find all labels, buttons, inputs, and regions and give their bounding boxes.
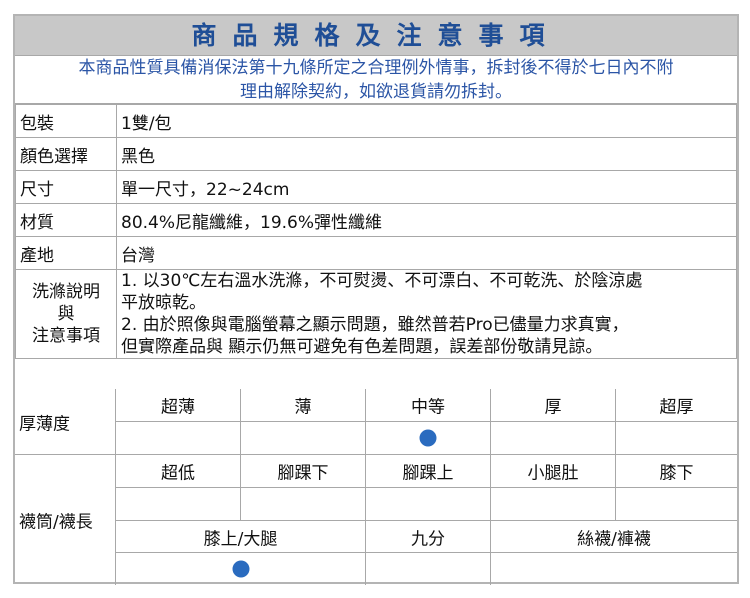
length-option: 膝下 <box>616 455 737 488</box>
length-mark-cell <box>116 553 366 585</box>
length-mark-cell <box>241 488 366 521</box>
thickness-option: 中等 <box>366 389 491 422</box>
selected-dot-icon <box>232 560 249 578</box>
length-mark-cell <box>616 488 737 521</box>
length-mark-cell <box>366 488 491 521</box>
thickness-mark-cell <box>241 422 366 455</box>
length-mark-cell <box>491 553 737 585</box>
care-line-1: 1. 以30℃左右溫水洗滌，不可熨燙、不可漂白、不可乾洗、於陰涼處 <box>121 271 643 291</box>
care-line-4: 但實際產品與 顯示仍無可避免有色差問題，誤差部份敬請見諒。 <box>121 337 603 357</box>
care-key-line-1: 洗滌說明 <box>32 282 100 302</box>
length-option: 腳踝上 <box>366 455 491 488</box>
spec-row-packaging: 包裝 1雙/包 <box>15 104 737 138</box>
length-option: 小腿肚 <box>491 455 616 488</box>
care-key: 洗滌說明 與 注意事項 <box>15 269 117 359</box>
length-option: 膝上/大腿 <box>116 521 366 553</box>
length-option: 腳踝下 <box>241 455 366 488</box>
thickness-mark-cell <box>491 422 616 455</box>
spec-value: 1雙/包 <box>116 104 737 138</box>
rating-grid: 厚薄度 超薄 薄 中等 厚 超厚 襪筒/襪長 超低 腳踝下 腳踝上 小腿肚 膝下… <box>15 389 737 585</box>
selected-dot-icon <box>419 429 437 447</box>
spec-row-care: 洗滌說明 與 注意事項 1. 以30℃左右溫水洗滌，不可熨燙、不可漂白、不可乾洗… <box>15 269 737 359</box>
spec-key: 產地 <box>15 236 117 270</box>
care-line-3: 2. 由於照像與電腦螢幕之顯示問題，雖然普若Pro已儘量力求真實， <box>121 315 629 335</box>
spec-row-size: 尺寸 單一尺寸，22~24cm <box>15 170 737 204</box>
thickness-mark-cell <box>116 422 241 455</box>
length-mark-cell <box>116 488 241 521</box>
thickness-label: 厚薄度 <box>15 389 116 455</box>
length-label: 襪筒/襪長 <box>15 455 116 585</box>
care-key-line-2: 與 <box>57 304 75 324</box>
spec-sheet: 商品規格及注意事項 本商品性質具備消保法第十九條所定之合理例外情事，拆封後不得於… <box>13 14 739 585</box>
length-mark-cell <box>366 553 491 585</box>
spec-value: 單一尺寸，22~24cm <box>116 170 737 204</box>
spec-key: 顏色選擇 <box>15 137 117 171</box>
thickness-mark-cell <box>616 422 737 455</box>
spec-key: 材質 <box>15 203 117 237</box>
spec-row-color: 顏色選擇 黑色 <box>15 137 737 171</box>
thickness-option: 厚 <box>491 389 616 422</box>
length-option: 超低 <box>116 455 241 488</box>
return-notice: 本商品性質具備消保法第十九條所定之合理例外情事，拆封後不得於七日內不附 理由解除… <box>15 56 737 104</box>
spec-row-material: 材質 80.4%尼龍纖維，19.6%彈性纖維 <box>15 203 737 237</box>
notice-line-1: 本商品性質具備消保法第十九條所定之合理例外情事，拆封後不得於七日內不附 <box>78 58 674 78</box>
spec-table: 包裝 1雙/包 顏色選擇 黑色 尺寸 單一尺寸，22~24cm 材質 80.4%… <box>15 104 737 359</box>
care-value: 1. 以30℃左右溫水洗滌，不可熨燙、不可漂白、不可乾洗、於陰涼處 平放晾乾。 … <box>116 269 737 359</box>
spec-value: 台灣 <box>116 236 737 270</box>
spec-key: 尺寸 <box>15 170 117 204</box>
spec-value: 黑色 <box>116 137 737 171</box>
notice-line-2: 理由解除契約，如欲退貨請勿拆封。 <box>240 82 512 102</box>
length-option: 絲襪/褲襪 <box>491 521 737 553</box>
length-option: 九分 <box>366 521 491 553</box>
care-line-2: 平放晾乾。 <box>121 293 206 313</box>
spec-value: 80.4%尼龍纖維，19.6%彈性纖維 <box>116 203 737 237</box>
thickness-mark-cell <box>366 422 491 455</box>
thickness-option: 超厚 <box>616 389 737 422</box>
length-mark-cell <box>491 488 616 521</box>
care-key-line-3: 注意事項 <box>32 326 100 346</box>
thickness-option: 超薄 <box>116 389 241 422</box>
spec-row-origin: 產地 台灣 <box>15 236 737 270</box>
spec-key: 包裝 <box>15 104 117 138</box>
sheet-title: 商品規格及注意事項 <box>15 16 737 56</box>
thickness-option: 薄 <box>241 389 366 422</box>
